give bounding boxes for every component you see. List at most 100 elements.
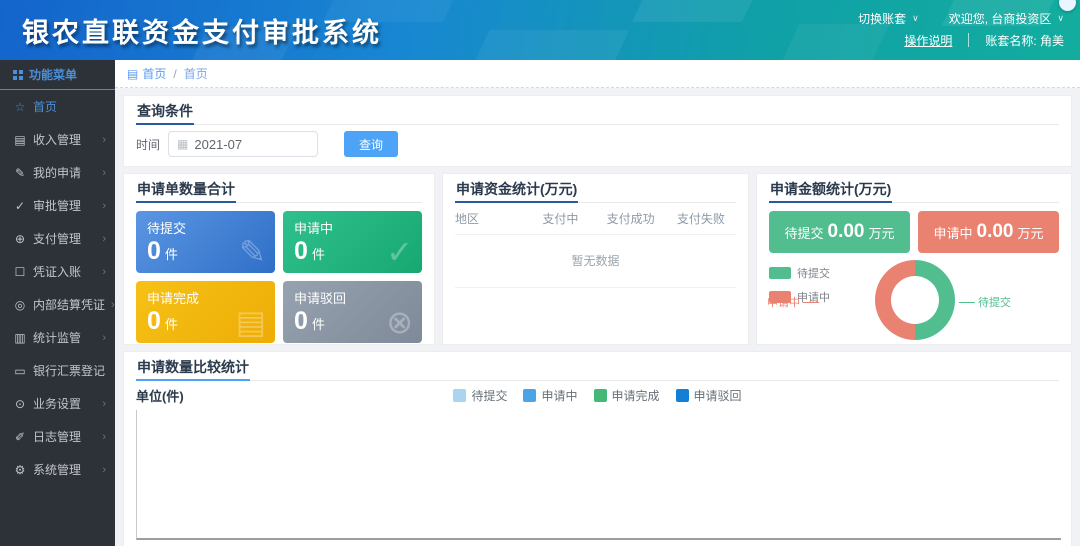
breadcrumb-root[interactable]: 首页: [142, 65, 166, 82]
chevron-right-icon: ›: [102, 332, 106, 344]
donut-label-pending: 待提交: [959, 294, 1011, 310]
sidebar-menu-header: 功能菜单: [0, 60, 115, 90]
chevron-right-icon: ›: [102, 167, 106, 179]
card-value: 0: [147, 307, 161, 335]
legend-swatch-lightblue: [453, 389, 466, 402]
header-decoration: [632, 0, 758, 22]
sidebar-item-label: 内部结算凭证: [33, 296, 105, 313]
callout-line: [803, 302, 819, 303]
chart-header-row: 单位(件) 待提交 申请中 申请完成 申请驳回: [136, 384, 1059, 406]
query-title-text: 查询条件: [136, 96, 194, 125]
legend-swatch-blue: [523, 389, 536, 402]
log-icon: ✐: [13, 430, 27, 444]
badge-unit: 万元: [1017, 223, 1043, 242]
sidebar-item-internal-settlement-voucher[interactable]: ◎ 内部结算凭证 ›: [0, 288, 115, 321]
welcome-user-dropdown[interactable]: 欢迎您, 台商投资区: [949, 10, 1052, 27]
legend-label: 申请中: [541, 387, 577, 404]
grid-menu-icon: [13, 70, 17, 74]
sidebar-item-label: 首页: [33, 98, 57, 115]
fund-title-text: 申请资金统计(万元): [455, 174, 578, 203]
fund-statistics-panel: 申请资金统计(万元) 地区 支付中 支付成功 支付失败 暂无数据: [442, 173, 749, 345]
link-icon: ⊙: [13, 397, 27, 411]
chevron-right-icon: ›: [102, 200, 106, 212]
menu-header-label: 功能菜单: [29, 66, 77, 83]
sidebar-item-label: 审批管理: [33, 197, 81, 214]
time-label: 时间: [136, 136, 160, 153]
sidebar-item-voucher-entry[interactable]: ☐ 凭证入账 ›: [0, 255, 115, 288]
sidebar-item-business-settings[interactable]: ⊙ 业务设置 ›: [0, 387, 115, 420]
legend-item-rejected[interactable]: 申请驳回: [676, 387, 742, 404]
badge-unit: 万元: [868, 223, 894, 242]
legend-label: 待提交: [797, 265, 830, 281]
operation-guide-link[interactable]: 操作说明: [904, 32, 952, 49]
document-reject-icon: ⊗: [386, 303, 413, 341]
card-in-progress[interactable]: 申请中 0件 ✓: [283, 211, 422, 273]
sidebar-item-my-applications[interactable]: ✎ 我的申请 ›: [0, 156, 115, 189]
legend-item-pending-submit[interactable]: 待提交: [453, 387, 507, 404]
card-unit: 件: [165, 247, 178, 262]
time-picker-input[interactable]: ▦ 2021-07: [168, 131, 318, 157]
legend-swatch-darkblue: [676, 389, 689, 402]
donut-label-in-progress: 申请中: [767, 294, 819, 310]
empty-bar-chart-plot: [136, 410, 1061, 540]
bar-chart-icon: ▥: [13, 331, 27, 345]
card-value: 0: [147, 237, 161, 265]
chevron-right-icon: ›: [102, 233, 106, 245]
legend-item-in-progress[interactable]: 申请中: [523, 387, 577, 404]
badge-in-progress: 申请中 0.00 万元: [918, 211, 1059, 253]
legend-swatch-green: [594, 389, 607, 402]
donut-chart-area: 待提交 申请中 申请中 待提交: [757, 257, 1071, 345]
chevron-right-icon: ›: [102, 431, 106, 443]
donut-chart: [875, 260, 955, 340]
sidebar-item-statistics-supervision[interactable]: ▥ 统计监管 ›: [0, 321, 115, 354]
sidebar-item-income-management[interactable]: ▤ 收入管理 ›: [0, 123, 115, 156]
sidebar-item-system-management[interactable]: ⚙ 系统管理 ›: [0, 453, 115, 486]
fund-panel-title: 申请资金统计(万元): [455, 174, 736, 203]
sidebar-item-home[interactable]: ☆ 首页: [0, 90, 115, 123]
plus-icon: ⊕: [13, 232, 27, 246]
legend-label: 申请完成: [612, 387, 660, 404]
legend-item-completed[interactable]: 申请完成: [594, 387, 660, 404]
briefcase-icon: ☐: [13, 265, 27, 279]
pencil-icon: ✎: [13, 166, 27, 180]
sidebar-item-bank-draft-registration[interactable]: ▭ 银行汇票登记: [0, 354, 115, 387]
chevron-down-icon: ∨: [912, 13, 919, 24]
badge-value: 0.00: [828, 221, 865, 243]
card-rejected[interactable]: 申请驳回 0件 ⊗: [283, 281, 422, 343]
legend-label: 申请驳回: [694, 387, 742, 404]
switch-account-dropdown[interactable]: 切换账套: [858, 10, 906, 27]
card-value: 0: [294, 237, 308, 265]
card-completed[interactable]: 申请完成 0件 ▤: [136, 281, 275, 343]
sidebar-item-label: 凭证入账: [33, 263, 81, 280]
floating-helper-button[interactable]: [1059, 0, 1076, 11]
comparison-panel-title: 申请数量比较统计: [136, 352, 1059, 381]
amount-statistics-panel: 申请金额统计(万元) 待提交 0.00 万元 申请中 0.00 万元: [756, 173, 1072, 345]
sidebar-item-label: 系统管理: [33, 461, 81, 478]
sidebar-item-log-management[interactable]: ✐ 日志管理 ›: [0, 420, 115, 453]
chevron-right-icon: ›: [102, 134, 106, 146]
card-unit: 件: [312, 317, 325, 332]
sidebar-item-label: 日志管理: [33, 428, 81, 445]
search-button[interactable]: 查询: [344, 131, 398, 157]
count-title-text: 申请单数量合计: [136, 174, 236, 203]
card-pending-submit[interactable]: 待提交 0件 ✎: [136, 211, 275, 273]
legend-swatch-green: [769, 267, 791, 279]
header-decoration: [471, 30, 630, 60]
card-value: 0: [294, 307, 308, 335]
badge-pending-submit: 待提交 0.00 万元: [769, 211, 910, 253]
breadcrumb-separator: /: [173, 67, 176, 81]
main-content: ▤ 首页 / 首页 查询条件 时间 ▦ 2021-07 查询 申请单数量合计 待…: [115, 60, 1080, 546]
sidebar-item-approval-management[interactable]: ✓ 审批管理 ›: [0, 189, 115, 222]
chart-legend: 待提交 申请中 申请完成 申请驳回: [136, 387, 1059, 404]
breadcrumb: ▤ 首页 / 首页: [115, 60, 1080, 88]
badge-label: 申请中: [933, 223, 972, 242]
card-unit: 件: [165, 317, 178, 332]
badge-label: 待提交: [784, 223, 823, 242]
sidebar-item-payment-management[interactable]: ⊕ 支付管理 ›: [0, 222, 115, 255]
fund-table-header: 地区 支付中 支付成功 支付失败: [455, 203, 736, 235]
legend-item-pending[interactable]: 待提交: [769, 265, 830, 281]
document-icon: ▤: [127, 67, 138, 81]
amount-title-text: 申请金额统计(万元): [769, 174, 892, 203]
query-conditions-panel: 查询条件 时间 ▦ 2021-07 查询: [123, 95, 1072, 167]
sidebar-item-label: 收入管理: [33, 131, 81, 148]
